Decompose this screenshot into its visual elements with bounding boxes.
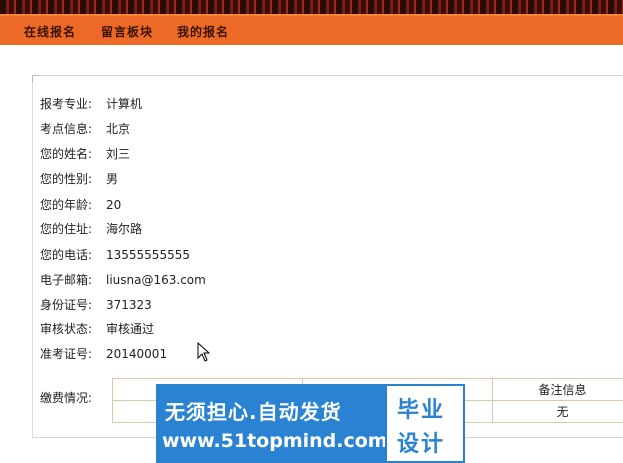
field-label: 准考证号: (40, 347, 93, 361)
field-value: 刘三 (106, 147, 131, 161)
watermark-left-block: 无须担心.自动发货 www.51topmind.com (156, 384, 388, 463)
watermark-logo-block: 毕业 设计 (385, 384, 465, 463)
watermark-logo-text-bottom: 设计 (397, 432, 446, 457)
field-label: 您的年龄: (40, 198, 93, 212)
mouse-pointer-icon (197, 342, 211, 362)
field-value: 13555555555 (106, 248, 190, 262)
field-value: 20 (106, 198, 122, 212)
field-value: liusna@163.com (106, 273, 206, 287)
watermark-slogan: 无须担心.自动发货 (165, 400, 342, 424)
field-label: 身份证号: (40, 298, 93, 312)
field-label: 电子邮箱: (40, 273, 93, 287)
nav-item-online-registration[interactable]: 在线报名 (24, 23, 76, 40)
field-value: 计算机 (106, 97, 143, 111)
field-label: 审核状态: (40, 322, 93, 336)
payment-status-label: 缴费情况: (40, 391, 93, 405)
field-value: 北京 (106, 122, 131, 136)
field-label: 您的姓名: (40, 147, 93, 161)
payment-table-remark-cell: 无 (492, 400, 623, 423)
nav-item-my-registration[interactable]: 我的报名 (177, 23, 229, 40)
field-label: 报考专业: (40, 97, 93, 111)
top-nav-bar: 在线报名 留言板块 我的报名 (0, 14, 623, 45)
field-value: 审核通过 (106, 322, 155, 336)
watermark-url: www.51topmind.com (162, 430, 388, 452)
field-value: 男 (106, 172, 119, 186)
payment-table-header-remark: 备注信息 (492, 378, 623, 401)
field-value: 371323 (106, 298, 152, 312)
field-label: 您的住址: (40, 222, 93, 236)
field-value: 20140001 (106, 347, 168, 361)
header-banner-strip (0, 0, 623, 14)
watermark-logo-text-top: 毕业 (397, 398, 446, 423)
field-value: 海尔路 (106, 222, 143, 236)
field-label: 考点信息: (40, 122, 93, 136)
field-label: 您的性别: (40, 172, 93, 186)
field-label: 您的电话: (40, 248, 93, 262)
panel-corner-decoration (32, 75, 39, 82)
nav-item-message-board[interactable]: 留言板块 (101, 23, 153, 40)
watermark-overlay: 无须担心.自动发货 www.51topmind.com 毕业 设计 (156, 384, 465, 463)
